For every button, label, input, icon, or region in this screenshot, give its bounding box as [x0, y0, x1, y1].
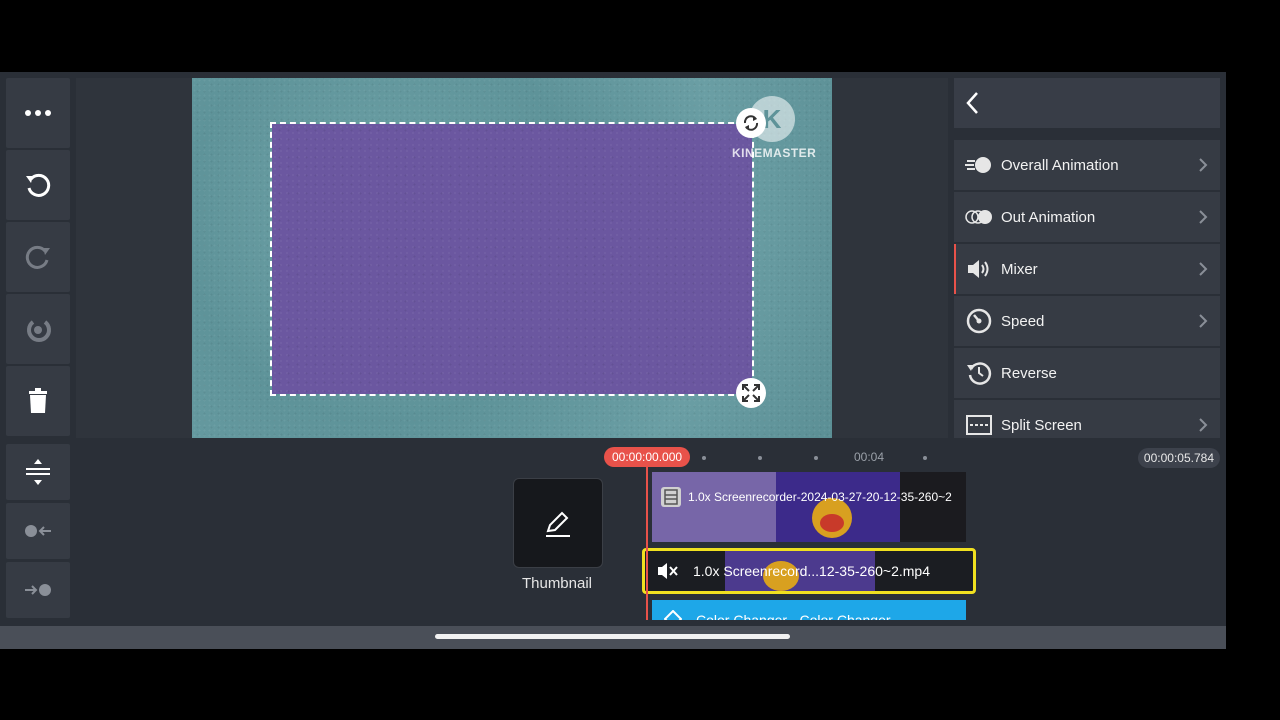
reset-button[interactable]: [6, 294, 70, 364]
selected-layer[interactable]: [270, 122, 754, 396]
resize-handle[interactable]: [736, 378, 766, 408]
color-changer-clip[interactable]: Color Changer - Color Changer: [652, 600, 966, 620]
playhead[interactable]: [646, 466, 648, 620]
chevron-right-icon: [1199, 314, 1208, 328]
tick-mark: [702, 456, 706, 460]
undo-icon: [26, 173, 51, 197]
audio-clip-title-row: 1.0x Screenrecord...12-35-260~2.mp4: [657, 561, 930, 581]
kinemaster-editor: K KINEMASTER Overall Animation Out Anima…: [0, 72, 1226, 649]
audio-clip-selected[interactable]: 1.0x Screenrecord...12-35-260~2.mp4: [642, 548, 976, 594]
tick-label: 00:04: [854, 450, 885, 464]
menu-reverse[interactable]: Reverse: [954, 348, 1220, 398]
chevron-right-icon: [1199, 262, 1208, 276]
video-preview[interactable]: K KINEMASTER: [192, 78, 832, 438]
menu-label: Reverse: [1001, 364, 1057, 382]
effect-icon: [664, 610, 682, 620]
delete-button[interactable]: [6, 366, 70, 436]
trim-right-icon: [25, 584, 51, 596]
tick-mark: [923, 456, 927, 460]
total-duration: 00:00:05.784: [1137, 448, 1220, 468]
redo-icon: [25, 245, 50, 269]
expand-icon: [742, 384, 760, 402]
out-animation-icon: [964, 202, 994, 232]
undo-button[interactable]: [6, 150, 70, 220]
speedometer-icon: [964, 306, 994, 336]
color-clip-title: Color Changer - Color Changer: [696, 612, 891, 620]
rotate-handle[interactable]: [736, 108, 766, 138]
reverse-icon: [964, 358, 994, 388]
video-clip-title: 1.0x Screenrecorder-2024-03-27-20-12-35-…: [688, 490, 952, 504]
menu-speed[interactable]: Speed: [954, 296, 1220, 346]
thumbnail-button[interactable]: [513, 478, 603, 568]
pencil-icon: [546, 511, 570, 537]
menu-split-screen[interactable]: Split Screen: [954, 400, 1220, 438]
playhead-time: 00:00:00.000: [604, 447, 691, 467]
trim-left-icon: [25, 525, 51, 537]
trash-icon: [29, 388, 47, 413]
trim-left-button[interactable]: [6, 503, 70, 559]
mute-icon: [658, 563, 678, 579]
clip-frame-content: [820, 514, 844, 532]
audio-clip-title: 1.0x Screenrecord...12-35-260~2.mp4: [693, 563, 930, 579]
redo-button[interactable]: [6, 222, 70, 292]
split-track-button[interactable]: [6, 444, 70, 500]
watermark-text: KINEMASTER: [732, 146, 817, 160]
volume-icon: [964, 254, 994, 284]
menu-mixer[interactable]: Mixer: [954, 244, 1220, 294]
bottom-bar: [0, 626, 1226, 649]
more-button[interactable]: [6, 78, 70, 148]
chevron-left-icon[interactable]: [966, 91, 980, 115]
chevron-right-icon: [1199, 210, 1208, 224]
tick-mark: [758, 456, 762, 460]
film-icon: [661, 487, 681, 507]
split-track-icon: [26, 459, 50, 485]
tick-mark: [814, 456, 818, 460]
home-indicator[interactable]: [435, 634, 790, 639]
preview-area: K KINEMASTER: [76, 78, 948, 438]
timeline[interactable]: 00:04 00:00:05.784 Thumbnail 1.0x Screen…: [76, 444, 1220, 620]
more-icon: [25, 110, 51, 116]
menu-label: Mixer: [1001, 260, 1038, 278]
chevron-right-icon: [1199, 418, 1208, 432]
menu-overall-animation[interactable]: Overall Animation: [954, 140, 1220, 190]
split-screen-icon: [964, 410, 994, 438]
reset-icon: [27, 320, 51, 342]
video-clip-title-row: 1.0x Screenrecorder-2024-03-27-20-12-35-…: [660, 486, 952, 508]
clip-options-panel: Overall Animation Out Animation Mixer Sp…: [954, 78, 1220, 438]
thumbnail-label: Thumbnail: [521, 575, 593, 592]
menu-label: Out Animation: [1001, 208, 1096, 226]
rotate-icon: [743, 115, 759, 131]
menu-label: Speed: [1001, 312, 1045, 330]
panel-header: [954, 78, 1220, 128]
menu-label: Split Screen: [1001, 416, 1082, 434]
trim-right-button[interactable]: [6, 562, 70, 618]
video-clip[interactable]: 1.0x Screenrecorder-2024-03-27-20-12-35-…: [652, 472, 966, 542]
chevron-right-icon: [1199, 158, 1208, 172]
menu-out-animation[interactable]: Out Animation: [954, 192, 1220, 242]
overall-animation-icon: [964, 150, 994, 180]
menu-label: Overall Animation: [1001, 156, 1119, 174]
